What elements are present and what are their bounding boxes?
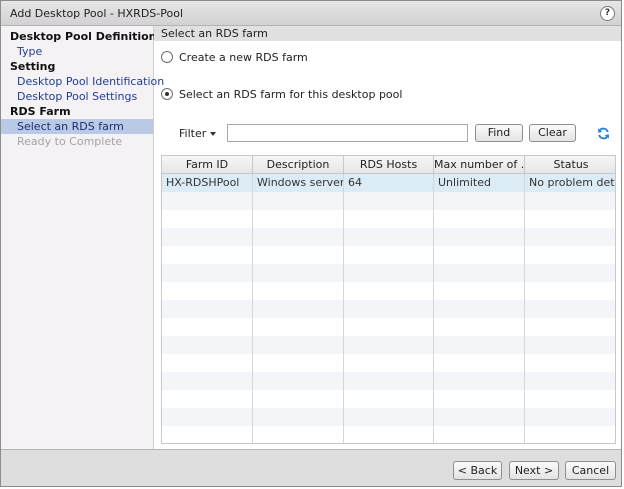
empty-row xyxy=(162,228,615,246)
filter-dropdown[interactable]: Filter xyxy=(179,126,217,142)
column-header-farm-id[interactable]: Farm ID xyxy=(162,156,253,173)
caret-down-icon xyxy=(210,132,217,136)
empty-row xyxy=(162,408,615,426)
sidebar-item-desktop-pool-settings[interactable]: Desktop Pool Settings xyxy=(1,89,153,104)
empty-row xyxy=(162,336,615,354)
filter-label: Filter xyxy=(179,127,207,140)
column-divider xyxy=(252,174,253,443)
cell-status: No problem detect xyxy=(529,176,615,189)
dialog-footer: < Back Next > Cancel xyxy=(1,449,621,486)
sidebar-heading-desktop-pool-definition: Desktop Pool Definition xyxy=(10,30,157,43)
empty-row xyxy=(162,192,615,210)
sidebar-item-ready-to-complete: Ready to Complete xyxy=(17,135,123,148)
table-header: Farm ID Description RDS Hosts Max number… xyxy=(162,156,615,174)
create-new-farm-label: Create a new RDS farm xyxy=(179,51,308,64)
main-panel: Select an RDS farm Create a new RDS farm… xyxy=(154,26,621,449)
table-body: HX-RDSHPool Windows server 2 64 Unlimite… xyxy=(162,174,615,443)
column-divider xyxy=(433,174,434,443)
find-button[interactable]: Find xyxy=(475,124,523,142)
column-header-status[interactable]: Status xyxy=(525,156,615,173)
sidebar-item-desktop-pool-identification[interactable]: Desktop Pool Identification xyxy=(1,74,164,89)
select-existing-farm-label: Select an RDS farm for this desktop pool xyxy=(179,88,403,101)
filter-input[interactable] xyxy=(227,124,468,142)
wizard-sidebar: Desktop Pool Definition Type Setting Des… xyxy=(1,26,164,449)
select-existing-farm-option[interactable]: Select an RDS farm for this desktop pool xyxy=(161,87,402,103)
dialog-title: Add Desktop Pool - HXRDS-Pool xyxy=(10,7,184,20)
empty-row xyxy=(162,372,615,390)
column-header-description[interactable]: Description xyxy=(253,156,344,173)
cell-description: Windows server 2 xyxy=(257,176,344,189)
cell-farm-id: HX-RDSHPool xyxy=(166,176,240,189)
cancel-button[interactable]: Cancel xyxy=(565,461,616,480)
column-header-rds-hosts[interactable]: RDS Hosts xyxy=(344,156,434,173)
add-desktop-pool-dialog: Add Desktop Pool - HXRDS-Pool ? Desktop … xyxy=(0,0,622,487)
empty-row xyxy=(162,300,615,318)
sidebar-heading-rds-farm: RDS Farm xyxy=(10,105,71,118)
refresh-icon[interactable] xyxy=(597,127,610,140)
sidebar-item-select-rds-farm[interactable]: Select an RDS farm xyxy=(1,119,153,134)
section-title: Select an RDS farm xyxy=(154,26,621,41)
dialog-titlebar: Add Desktop Pool - HXRDS-Pool ? xyxy=(1,1,621,26)
table-row[interactable]: HX-RDSHPool Windows server 2 64 Unlimite… xyxy=(162,174,615,192)
sidebar-item-type[interactable]: Type xyxy=(1,44,153,59)
create-new-farm-option[interactable]: Create a new RDS farm xyxy=(161,50,308,66)
rds-farm-table: Farm ID Description RDS Hosts Max number… xyxy=(161,155,616,444)
create-new-farm-radio[interactable] xyxy=(161,51,173,63)
select-existing-farm-radio[interactable] xyxy=(161,88,173,100)
sidebar-heading-setting: Setting xyxy=(10,60,56,73)
cell-max-number: Unlimited xyxy=(438,176,491,189)
clear-button[interactable]: Clear xyxy=(529,124,576,142)
column-divider xyxy=(524,174,525,443)
next-button[interactable]: Next > xyxy=(509,461,559,480)
cell-rds-hosts: 64 xyxy=(348,176,362,189)
column-header-max-number[interactable]: Max number of ... xyxy=(434,156,525,173)
column-divider xyxy=(343,174,344,443)
help-icon[interactable]: ? xyxy=(600,6,615,21)
empty-row xyxy=(162,264,615,282)
back-button[interactable]: < Back xyxy=(453,461,502,480)
